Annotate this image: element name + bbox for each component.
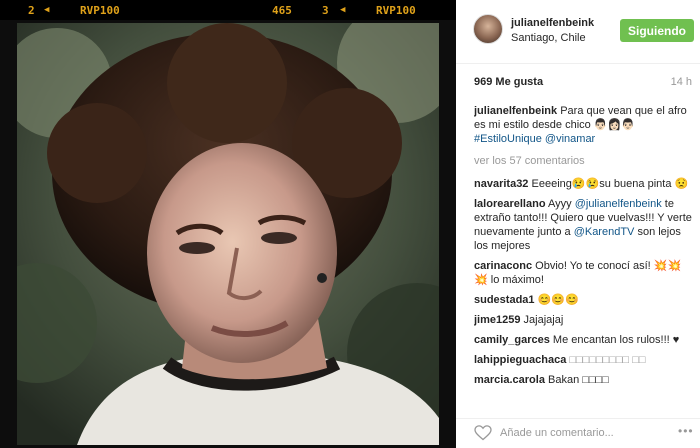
film-frame-number-a: 2 [28, 4, 35, 17]
post-timestamp[interactable]: 14 h [671, 76, 692, 88]
comment-username[interactable]: lalorearellano [474, 198, 546, 210]
film-brand-b: RVP100 [376, 4, 416, 17]
comment-username[interactable]: lahippieguachaca [474, 354, 566, 366]
add-comment-bar: ••• [456, 418, 700, 448]
comment-mention[interactable]: @julianelfenbeink [575, 198, 662, 210]
comment-text: 😊😊😊 [537, 294, 579, 306]
view-all-comments-link[interactable]: ver los 57 comentarios [474, 154, 692, 168]
comment-username[interactable]: carinaconc [474, 260, 532, 272]
film-brand-a: RVP100 [80, 4, 120, 17]
film-frame-number-b: 3 [322, 4, 329, 17]
caption-username[interactable]: julianelfenbeink [474, 105, 557, 117]
comment-text: Ayyy [548, 198, 575, 210]
comment-item: navarita32 Eeeeing😢😢su buena pinta 😟 [474, 177, 692, 191]
comment-item: carinaconc Obvio! Yo te conocí así! 💥💥 💥… [474, 259, 692, 287]
post-details-panel: julianelfenbeink Santiago, Chile Siguien… [456, 0, 700, 448]
comment-username[interactable]: sudestada1 [474, 294, 535, 306]
film-arrow-icon: ◀ [340, 5, 346, 15]
comment-item: camily_garces Me encantan los rulos!!! ♥ [474, 333, 692, 347]
more-options-icon[interactable]: ••• [678, 424, 694, 438]
comment-text: Me encantan los rulos!!! ♥ [552, 334, 680, 346]
comment-item: sudestada1 😊😊😊 [474, 293, 692, 307]
caption-tags[interactable]: #EstiloUnique @vinamar [474, 133, 595, 145]
comment-item: lalorearellano Ayyy @julianelfenbeink te… [474, 197, 692, 253]
comment-username[interactable]: marcia.carola [474, 374, 545, 386]
comment-input[interactable] [500, 425, 670, 441]
portrait-illustration [17, 23, 439, 445]
heart-icon[interactable] [474, 425, 492, 441]
comment-username[interactable]: camily_garces [474, 334, 550, 346]
film-arrow-icon: ◀ [44, 5, 50, 15]
comments-list: julianelfenbeink Para que vean que el af… [474, 104, 692, 409]
comment-text: Jajajajaj [523, 314, 564, 326]
post-location[interactable]: Santiago, Chile [511, 32, 586, 44]
film-strip-bar: 2 ◀ RVP100 465 3 ◀ RVP100 [0, 0, 456, 20]
following-button[interactable]: Siguiendo [620, 19, 694, 42]
comment-username[interactable]: jime1259 [474, 314, 520, 326]
comment-item: jime1259 Jajajajaj [474, 313, 692, 327]
comment-text: Bakan □□□□ [548, 374, 609, 386]
comment-text: Eeeeing😢😢su buena pinta 😟 [531, 178, 689, 190]
likes-count[interactable]: 969 Me gusta [474, 76, 543, 88]
post-header: julianelfenbeink Santiago, Chile Siguien… [456, 0, 700, 64]
comment-username[interactable]: navarita32 [474, 178, 528, 190]
post-photo-frame: 2 ◀ RVP100 465 3 ◀ RVP100 [0, 0, 456, 448]
comment-mention[interactable]: @KarendTV [574, 226, 635, 238]
comment-item: lahippieguachaca □□□□□□□□□ □□ [474, 353, 692, 367]
comment-item: marcia.carola Bakan □□□□ [474, 373, 692, 387]
caption: julianelfenbeink Para que vean que el af… [474, 104, 692, 146]
user-avatar[interactable] [473, 14, 503, 44]
post-username[interactable]: julianelfenbeink [511, 17, 594, 29]
comment-text: □□□□□□□□□ □□ [569, 354, 646, 366]
post-image[interactable] [17, 23, 439, 445]
likes-row: 969 Me gusta 14 h [474, 76, 694, 90]
film-counter: 465 [272, 4, 292, 17]
